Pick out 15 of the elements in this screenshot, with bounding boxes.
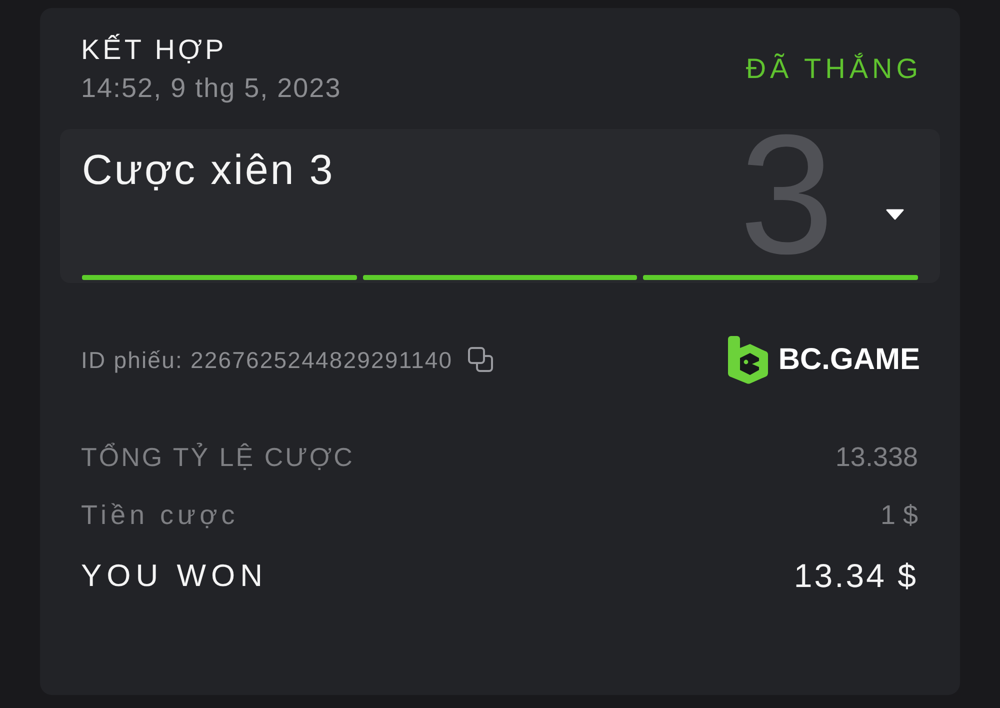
summary-value: 13.34 $ (794, 558, 918, 594)
parlay-title: Cược xiên 3 (82, 146, 335, 194)
caret-icon[interactable] (886, 209, 904, 220)
bet-time: 14:52, 9 thg 5, 2023 (81, 72, 342, 104)
bet-status: ĐÃ THẮNG (746, 52, 922, 86)
bet-type: KẾT HỢP (81, 34, 227, 66)
summary-label: TỔNG TỶ LỆ CƯỢC (81, 440, 354, 474)
summary-label: Tiền cược (81, 498, 239, 532)
ticket-id: ID phiếu: 2267625244829291140 (81, 346, 453, 374)
copy-icon[interactable] (468, 347, 493, 372)
summary-value: 13.338 (835, 440, 918, 474)
logo-icon (728, 336, 768, 384)
summary-label: YOU WON (81, 558, 268, 594)
brand-name: BC.GAME (778, 342, 920, 376)
summary-value: 1 $ (880, 498, 918, 532)
